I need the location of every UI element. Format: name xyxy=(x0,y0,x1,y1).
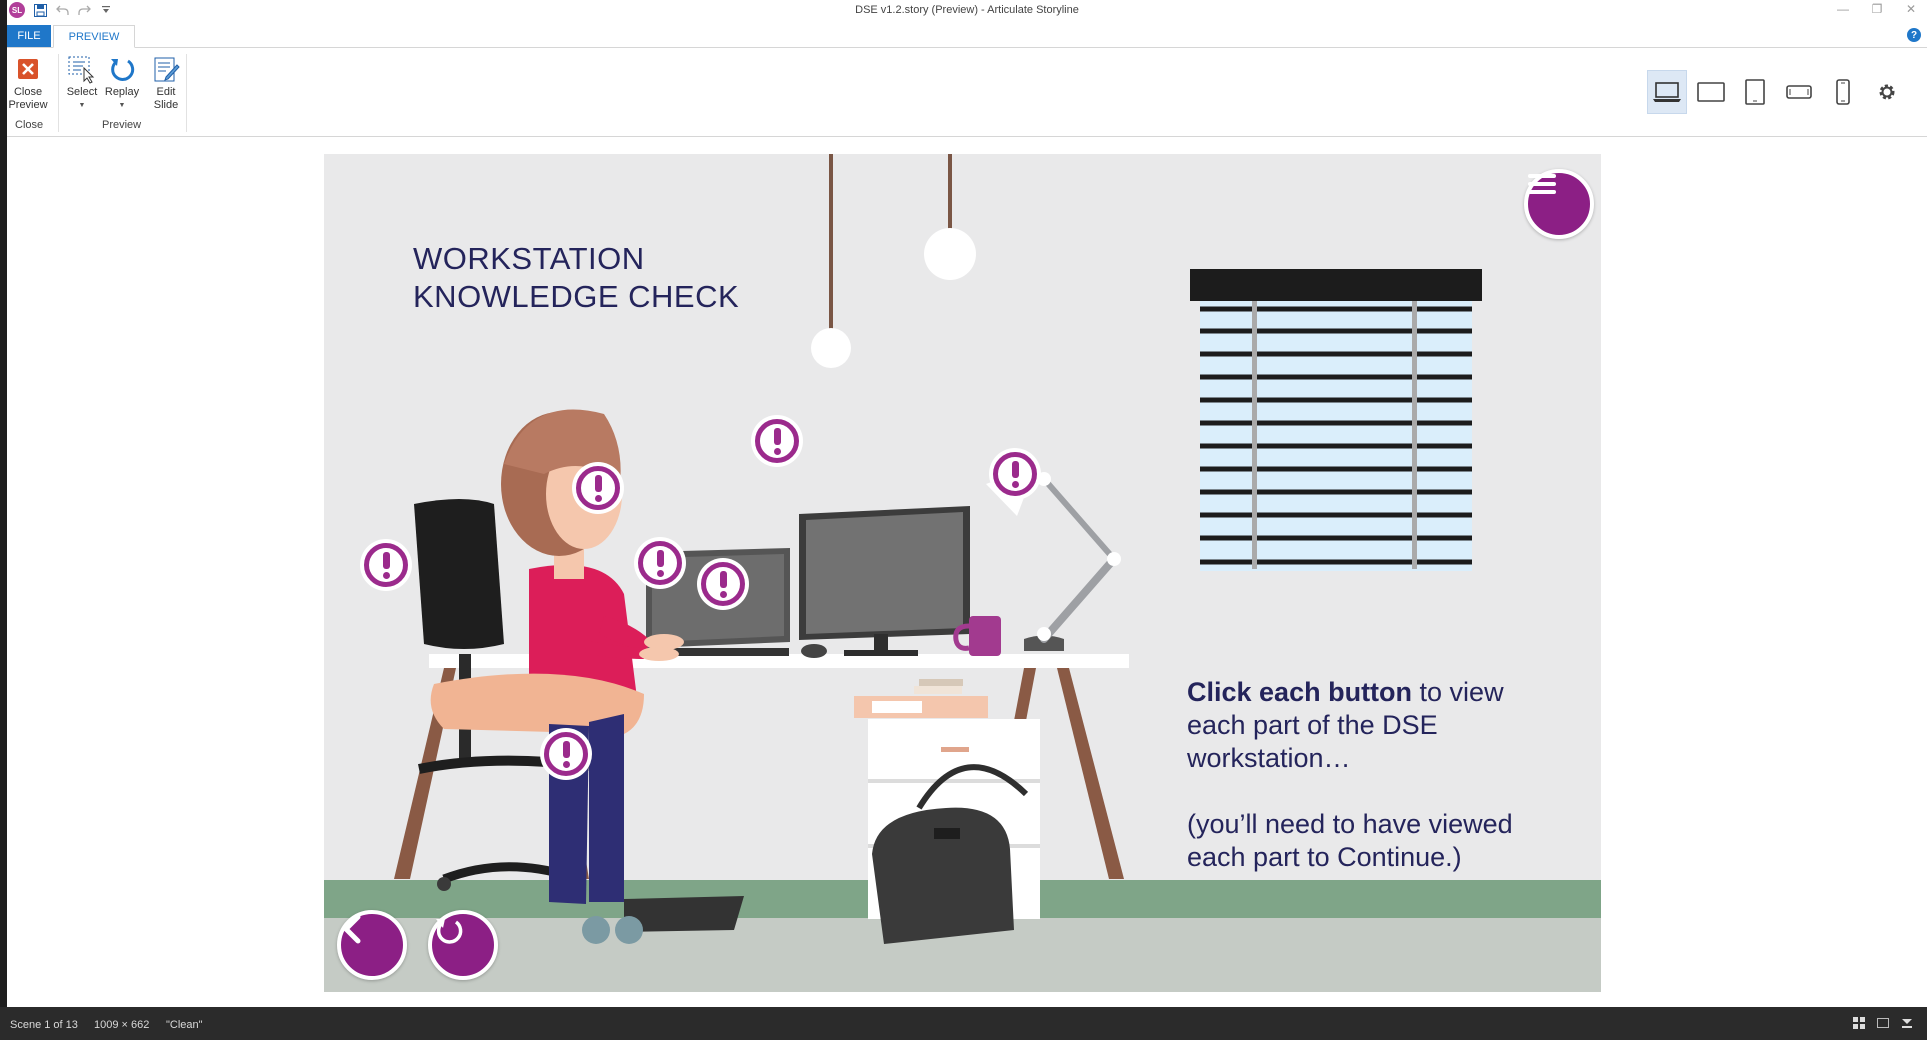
hamburger-icon xyxy=(1528,174,1556,194)
exclamation-icon xyxy=(594,475,602,502)
replay-label: Replay xyxy=(104,86,140,98)
exclamation-icon xyxy=(562,741,570,768)
chevron-left-icon xyxy=(343,914,361,944)
close-icon[interactable]: ✕ xyxy=(1901,2,1921,16)
exclamation-icon xyxy=(1011,461,1019,488)
close-group-label: Close xyxy=(15,119,44,131)
close-preview-icon xyxy=(13,54,43,84)
instruction-bold: Click each button xyxy=(1187,677,1413,707)
grid-view-icon[interactable] xyxy=(1853,1017,1865,1029)
replay-icon xyxy=(436,919,463,944)
replay-icon xyxy=(107,54,137,84)
instruction-note: (you’ll need to have viewed each part to… xyxy=(1187,809,1513,872)
hotspot-laptop[interactable] xyxy=(576,466,620,510)
tab-file[interactable]: FILE xyxy=(7,25,51,47)
window-controls: — ❐ ✕ xyxy=(1833,2,1921,16)
edit-slide-button[interactable]: Edit Slide xyxy=(147,54,185,112)
instruction-text: Click each button to view each part of t… xyxy=(1187,676,1567,874)
hotspot-mouse[interactable] xyxy=(701,562,745,606)
phone-portrait-icon[interactable] xyxy=(1823,72,1863,112)
tablet-landscape-icon[interactable] xyxy=(1691,72,1731,112)
restore-icon[interactable]: ❐ xyxy=(1867,2,1887,16)
view-switcher xyxy=(1853,1017,1913,1029)
hotspot-footrest[interactable] xyxy=(544,732,588,776)
tablet-portrait-icon[interactable] xyxy=(1735,72,1775,112)
select-button[interactable]: Select ▼ xyxy=(64,54,100,112)
settings-gear-icon[interactable] xyxy=(1867,72,1907,112)
ribbon-preview: Close Preview Close Select ▼ Replay ▼ Ed… xyxy=(7,48,1927,137)
close-preview-button[interactable]: Close Preview xyxy=(8,54,48,112)
group-separator xyxy=(186,54,187,132)
select-dropdown-icon: ▼ xyxy=(78,102,86,109)
help-icon[interactable]: ? xyxy=(1907,28,1921,42)
replay-dropdown-icon: ▼ xyxy=(118,102,126,109)
edit-slide-icon xyxy=(151,54,181,84)
hotspot-keyboard[interactable] xyxy=(638,541,682,585)
story-size: 1009 × 662 xyxy=(94,1019,150,1031)
tab-preview[interactable]: PREVIEW xyxy=(53,25,135,48)
group-separator xyxy=(58,54,59,132)
edit-slide-label: Edit Slide xyxy=(153,86,179,111)
exclamation-icon xyxy=(719,571,727,598)
slide-title: WORKSTATION KNOWLEDGE CHECK xyxy=(413,241,740,314)
preview-stage: WORKSTATION KNOWLEDGE CHECK Click each b… xyxy=(7,137,1927,1007)
previous-button[interactable] xyxy=(337,910,407,980)
status-bar: Scene 1 of 13 1009 × 662 "Clean" xyxy=(0,1007,1927,1040)
hotspot-lighting[interactable] xyxy=(993,452,1037,496)
minimize-icon[interactable]: — xyxy=(1833,2,1853,16)
close-preview-label: Close Preview xyxy=(8,86,48,111)
slide-canvas: WORKSTATION KNOWLEDGE CHECK Click each b… xyxy=(324,154,1601,992)
exclamation-icon xyxy=(656,550,664,577)
theme-name: "Clean" xyxy=(166,1019,203,1031)
phone-landscape-icon[interactable] xyxy=(1779,72,1819,112)
fit-view-icon[interactable] xyxy=(1901,1017,1913,1029)
exclamation-icon xyxy=(382,552,390,579)
title-bar: SL DSE v1.2.story (Preview) - Articulate… xyxy=(7,0,1927,22)
exclamation-icon xyxy=(773,428,781,455)
select-icon xyxy=(67,54,97,84)
replay-button[interactable]: Replay ▼ xyxy=(102,54,142,112)
select-label: Select xyxy=(66,86,98,98)
ribbon-tabs: FILE PREVIEW ? xyxy=(7,25,1927,48)
normal-view-icon[interactable] xyxy=(1877,1017,1889,1029)
preview-group-label: Preview xyxy=(102,119,142,131)
scene-indicator: Scene 1 of 13 xyxy=(10,1019,78,1031)
hotspot-monitor[interactable] xyxy=(755,419,799,463)
device-preview-switcher xyxy=(1643,70,1907,114)
hotspot-chair[interactable] xyxy=(364,543,408,587)
window-title: DSE v1.2.story (Preview) - Articulate St… xyxy=(855,4,1079,16)
menu-button[interactable] xyxy=(1524,169,1594,239)
replay-slide-button[interactable] xyxy=(428,910,498,980)
storyline-window: SL DSE v1.2.story (Preview) - Articulate… xyxy=(7,0,1927,1007)
laptop-icon[interactable] xyxy=(1647,70,1687,114)
